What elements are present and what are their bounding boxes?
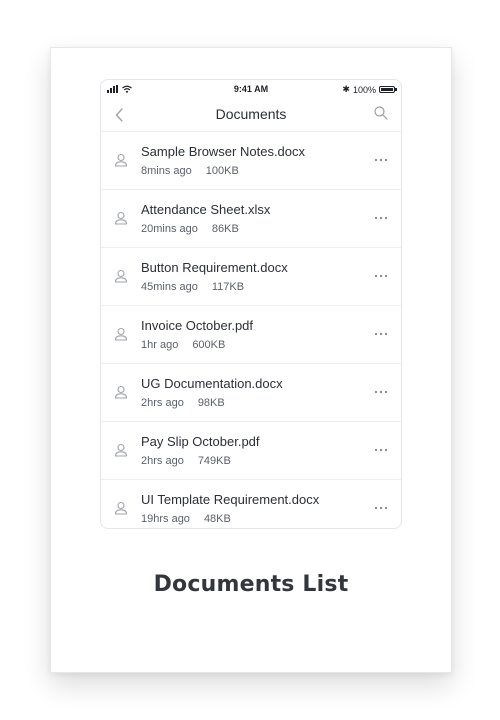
user-icon — [114, 269, 128, 283]
more-horizontal-icon[interactable] — [373, 270, 389, 282]
document-meta: 2hrs ago 749KB — [141, 455, 231, 467]
document-name: Button Requirement.docx — [141, 260, 288, 275]
document-row[interactable]: Button Requirement.docx 45mins ago 117KB — [101, 248, 401, 306]
battery-percent: 100% — [352, 84, 376, 95]
document-size: 100KB — [205, 165, 239, 177]
document-time: 8mins ago — [141, 165, 192, 177]
user-icon — [114, 153, 128, 167]
document-name: Pay Slip October.pdf — [141, 434, 260, 449]
document-meta: 45mins ago 117KB — [141, 281, 244, 293]
document-meta: 19hrs ago 48KB — [141, 513, 231, 525]
document-row[interactable]: Invoice October.pdf 1hr ago 600KB — [101, 306, 401, 364]
more-horizontal-icon[interactable] — [373, 444, 389, 456]
document-name: UI Template Requirement.docx — [141, 492, 320, 507]
document-size: 117KB — [211, 281, 245, 293]
page-title: Documents — [215, 106, 287, 122]
document-row[interactable]: Pay Slip October.pdf 2hrs ago 749KB — [101, 422, 401, 480]
document-meta: 2hrs ago 98KB — [141, 397, 225, 409]
user-icon — [114, 327, 128, 341]
caption-title: Documents List — [153, 572, 349, 597]
bluetooth-icon: ✱ — [342, 84, 350, 94]
document-time: 2hrs ago — [141, 397, 184, 409]
more-horizontal-icon[interactable] — [373, 502, 389, 514]
more-horizontal-icon[interactable] — [373, 328, 389, 340]
document-row[interactable]: UG Documentation.docx 2hrs ago 98KB — [101, 364, 401, 422]
document-meta: 8mins ago 100KB — [141, 165, 239, 177]
user-icon — [114, 443, 128, 457]
document-row[interactable]: Attendance Sheet.xlsx 20mins ago 86KB — [101, 190, 401, 248]
document-name: UG Documentation.docx — [141, 376, 283, 391]
document-row[interactable]: Sample Browser Notes.docx 8mins ago 100KB — [101, 132, 401, 190]
showcase-card: 9:41 AM ✱ 100% Documents Sample Browser … — [50, 47, 452, 673]
user-icon — [114, 211, 128, 225]
document-size: 600KB — [192, 339, 226, 351]
document-size: 749KB — [197, 455, 231, 467]
phone-screen: 9:41 AM ✱ 100% Documents Sample Browser … — [100, 79, 402, 529]
document-meta: 1hr ago 600KB — [141, 339, 225, 351]
status-bar: 9:41 AM ✱ 100% — [101, 80, 401, 100]
more-horizontal-icon[interactable] — [373, 154, 389, 166]
document-size: 86KB — [211, 223, 239, 235]
more-horizontal-icon[interactable] — [373, 386, 389, 398]
document-time: 19hrs ago — [141, 513, 190, 525]
more-horizontal-icon[interactable] — [373, 212, 389, 224]
nav-bar: Documents — [101, 100, 401, 132]
document-name: Sample Browser Notes.docx — [141, 144, 306, 159]
document-size: 48KB — [203, 513, 231, 525]
document-time: 20mins ago — [141, 223, 198, 235]
document-time: 2hrs ago — [141, 455, 184, 467]
document-row[interactable]: UI Template Requirement.docx 19hrs ago 48… — [101, 480, 401, 528]
document-list: Sample Browser Notes.docx 8mins ago 100KB… — [101, 132, 401, 528]
document-time: 45mins ago — [141, 281, 198, 293]
document-size: 98KB — [197, 397, 225, 409]
battery-icon — [379, 86, 397, 93]
user-icon — [114, 385, 128, 399]
document-meta: 20mins ago 86KB — [141, 223, 239, 235]
document-name: Attendance Sheet.xlsx — [141, 202, 271, 217]
document-name: Invoice October.pdf — [141, 318, 254, 333]
status-right: ✱ 100% — [342, 84, 397, 95]
search-icon[interactable] — [373, 105, 389, 121]
user-icon — [114, 501, 128, 515]
document-time: 1hr ago — [141, 339, 179, 351]
